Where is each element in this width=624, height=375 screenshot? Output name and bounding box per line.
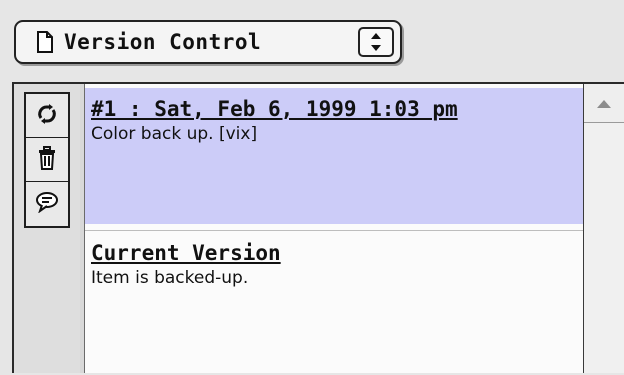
vertical-scrollbar[interactable] bbox=[583, 84, 624, 373]
delete-button[interactable] bbox=[26, 138, 68, 182]
trash-icon bbox=[37, 145, 57, 174]
version-list-panel: #1 : Sat, Feb 6, 1999 1:03 pm Color back… bbox=[12, 82, 624, 373]
tool-column bbox=[14, 84, 80, 373]
comment-button[interactable] bbox=[26, 182, 68, 226]
refresh-icon bbox=[36, 103, 58, 129]
entry-title: #1 : Sat, Feb 6, 1999 1:03 pm bbox=[91, 97, 458, 121]
entry-description: Item is backed-up. bbox=[91, 268, 249, 288]
tool-stack bbox=[24, 92, 70, 228]
document-icon bbox=[36, 31, 54, 53]
version-entry-current[interactable]: Current Version Item is backed-up. bbox=[85, 230, 583, 375]
version-entry-1[interactable]: #1 : Sat, Feb 6, 1999 1:03 pm Color back… bbox=[85, 88, 583, 224]
comment-bubble-icon bbox=[35, 191, 59, 217]
scroll-up-arrow-icon bbox=[596, 94, 612, 113]
refresh-button[interactable] bbox=[26, 94, 68, 138]
version-list: #1 : Sat, Feb 6, 1999 1:03 pm Color back… bbox=[84, 84, 583, 373]
up-down-arrows-icon[interactable] bbox=[358, 27, 394, 57]
scroll-up-button[interactable] bbox=[584, 84, 624, 123]
entry-title: Current Version bbox=[91, 241, 281, 265]
version-control-popup[interactable]: Version Control bbox=[14, 20, 402, 64]
entry-description: Color back up. [vix] bbox=[91, 124, 258, 144]
popup-label: Version Control bbox=[64, 30, 262, 54]
